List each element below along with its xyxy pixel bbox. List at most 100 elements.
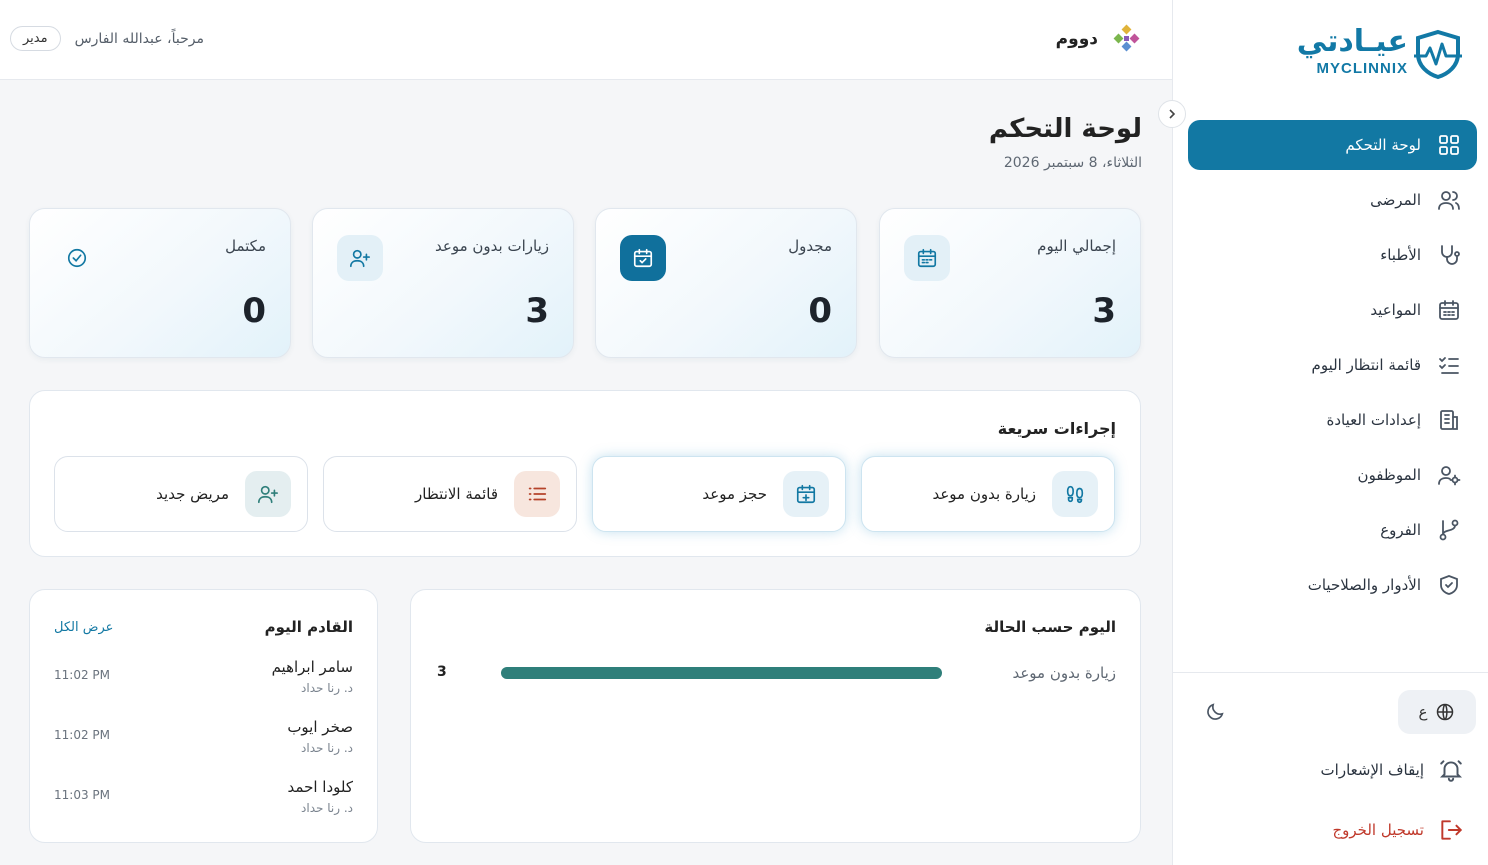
clinic-logo-icon <box>1112 24 1142 54</box>
status-bar-fill <box>501 667 942 679</box>
language-toggle[interactable]: ع <box>1398 690 1476 734</box>
sidebar-item-branches[interactable]: الفروع <box>1188 505 1477 555</box>
quick-action-walk-in[interactable]: زيارة بدون موعد <box>861 456 1115 532</box>
status-row-label: زيارة بدون موعد <box>1012 664 1116 682</box>
upcoming-title: القادم اليوم <box>264 618 353 636</box>
sidebar: عيـادتي MYCLINNIX لوحة التحكم المرضى الأ… <box>1172 0 1488 865</box>
sidebar-item-label: المواعيد <box>1370 301 1421 319</box>
app-logo[interactable]: عيـادتي MYCLINNIX <box>1294 24 1464 82</box>
user-plus-icon <box>245 471 291 517</box>
sidebar-item-patients[interactable]: المرضى <box>1188 175 1477 225</box>
status-row-count: 3 <box>437 664 447 680</box>
sidebar-item-roles[interactable]: الأدوار والصلاحيات <box>1188 560 1477 610</box>
stat-value: 0 <box>808 291 832 331</box>
logout-icon <box>1438 817 1464 843</box>
status-today-card: اليوم حسب الحالة زيارة بدون موعد 3 <box>410 589 1141 843</box>
dark-mode-moon-icon[interactable] <box>1204 701 1226 723</box>
sidebar-item-label: لوحة التحكم <box>1345 136 1421 154</box>
branch-icon <box>1435 516 1463 544</box>
status-bar-track <box>501 667 942 679</box>
list-icon <box>514 471 560 517</box>
calendar-plus-icon <box>783 471 829 517</box>
chevron-right-icon <box>1166 108 1178 120</box>
sidebar-footer: ع إيقاف الإشعارات تسجيل الخروج <box>1172 672 1488 865</box>
sidebar-item-clinic-settings[interactable]: إعدادات العيادة <box>1188 395 1477 445</box>
quick-action-waitlist[interactable]: قائمة الانتظار <box>323 456 577 532</box>
user-gear-icon <box>1435 461 1463 489</box>
sidebar-item-appointments[interactable]: المواعيد <box>1188 285 1477 335</box>
clinic-name: دووم <box>1055 29 1098 49</box>
quick-action-label: زيارة بدون موعد <box>932 485 1036 503</box>
appointment-time: 11:02 PM <box>54 668 110 682</box>
building-icon <box>1435 406 1463 434</box>
upcoming-item[interactable]: صخر ايوب د. رنا حداد 11:02 PM <box>54 718 353 762</box>
user-plus-icon <box>337 235 383 281</box>
role-badge: مدير <box>10 26 61 51</box>
sidebar-item-label: الأدوار والصلاحيات <box>1307 576 1421 594</box>
stat-card-scheduled: مجدول 0 <box>595 208 857 358</box>
check-circle-icon <box>54 235 100 281</box>
logout-button[interactable]: تسجيل الخروج <box>1332 817 1464 843</box>
globe-icon <box>1435 702 1455 722</box>
stat-label: مجدول <box>788 237 832 255</box>
stat-label: مكتمل <box>225 237 266 255</box>
sidebar-item-staff[interactable]: الموظفون <box>1188 450 1477 500</box>
quick-actions-panel: إجراءات سريعة زيارة بدون موعد حجز موعد ق… <box>29 390 1141 557</box>
appointment-time: 11:03 PM <box>54 788 110 802</box>
quick-action-new-patient[interactable]: مريض جديد <box>54 456 308 532</box>
appointment-time: 11:02 PM <box>54 728 110 742</box>
logo-english-text: MYCLINNIX <box>1316 60 1408 77</box>
sidebar-item-label: الموظفون <box>1357 466 1421 484</box>
language-label: ع <box>1418 703 1428 721</box>
sidebar-item-label: الفروع <box>1380 521 1421 539</box>
stat-label: زيارات بدون موعد <box>435 237 549 255</box>
upcoming-item[interactable]: سامر ابراهيم د. رنا حداد 11:02 PM <box>54 658 353 702</box>
stat-label: إجمالي اليوم <box>1037 237 1116 255</box>
grid-icon <box>1435 131 1463 159</box>
stat-card-walk-ins: زيارات بدون موعد 3 <box>312 208 574 358</box>
stat-card-total-today: إجمالي اليوم 3 <box>879 208 1141 358</box>
checklist-icon <box>1435 351 1463 379</box>
stat-card-completed: مكتمل 0 <box>29 208 291 358</box>
sidebar-item-label: قائمة انتظار اليوم <box>1311 356 1421 374</box>
sidebar-collapse-button[interactable] <box>1158 100 1186 128</box>
stat-value: 3 <box>1092 291 1116 331</box>
sidebar-item-waitlist[interactable]: قائمة انتظار اليوم <box>1188 340 1477 390</box>
doctor-name: د. رنا حداد <box>301 801 353 815</box>
patient-name: كلودا احمد <box>287 778 353 796</box>
calendar-check-icon <box>620 235 666 281</box>
logout-label: تسجيل الخروج <box>1332 821 1424 839</box>
stat-value: 3 <box>525 291 549 331</box>
sidebar-item-doctors[interactable]: الأطباء <box>1188 230 1477 280</box>
page-title: لوحة التحكم <box>988 114 1142 144</box>
sidebar-item-label: الأطباء <box>1380 246 1421 264</box>
page-date: الثلاثاء، 8 سبتمبر 2026 <box>1003 155 1142 171</box>
view-all-link[interactable]: عرض الكل <box>54 620 113 635</box>
top-bar: دووم مدير مرحباً، عبدالله الفارس <box>0 0 1172 80</box>
status-card-title: اليوم حسب الحالة <box>984 618 1116 636</box>
upcoming-item[interactable]: كلودا احمد د. رنا حداد 11:03 PM <box>54 778 353 822</box>
sidebar-item-dashboard[interactable]: لوحة التحكم <box>1188 120 1477 170</box>
quick-action-label: حجز موعد <box>702 485 767 503</box>
welcome-text: مرحباً، عبدالله الفارس <box>74 30 204 47</box>
calendar-icon <box>1435 296 1463 324</box>
quick-action-label: مريض جديد <box>156 485 229 503</box>
notifications-toggle-button[interactable]: إيقاف الإشعارات <box>1321 757 1464 783</box>
doctor-name: د. رنا حداد <box>301 681 353 695</box>
patient-name: سامر ابراهيم <box>271 658 353 676</box>
stethoscope-icon <box>1435 241 1463 269</box>
doctor-name: د. رنا حداد <box>301 741 353 755</box>
logo-arabic-text: عيـادتي <box>1296 24 1408 59</box>
quick-action-label: قائمة الانتظار <box>415 485 498 503</box>
notifications-label: إيقاف الإشعارات <box>1320 761 1424 779</box>
quick-action-book-appointment[interactable]: حجز موعد <box>592 456 846 532</box>
users-icon <box>1435 186 1463 214</box>
stat-value: 0 <box>242 291 266 331</box>
footprints-icon <box>1052 471 1098 517</box>
user-area: مدير مرحباً، عبدالله الفارس <box>10 26 204 51</box>
bell-icon <box>1438 757 1464 783</box>
clinic-brand: دووم <box>1056 24 1142 54</box>
shield-check-icon <box>1435 571 1463 599</box>
calendar-icon <box>904 235 950 281</box>
sidebar-item-label: إعدادات العيادة <box>1326 411 1421 429</box>
